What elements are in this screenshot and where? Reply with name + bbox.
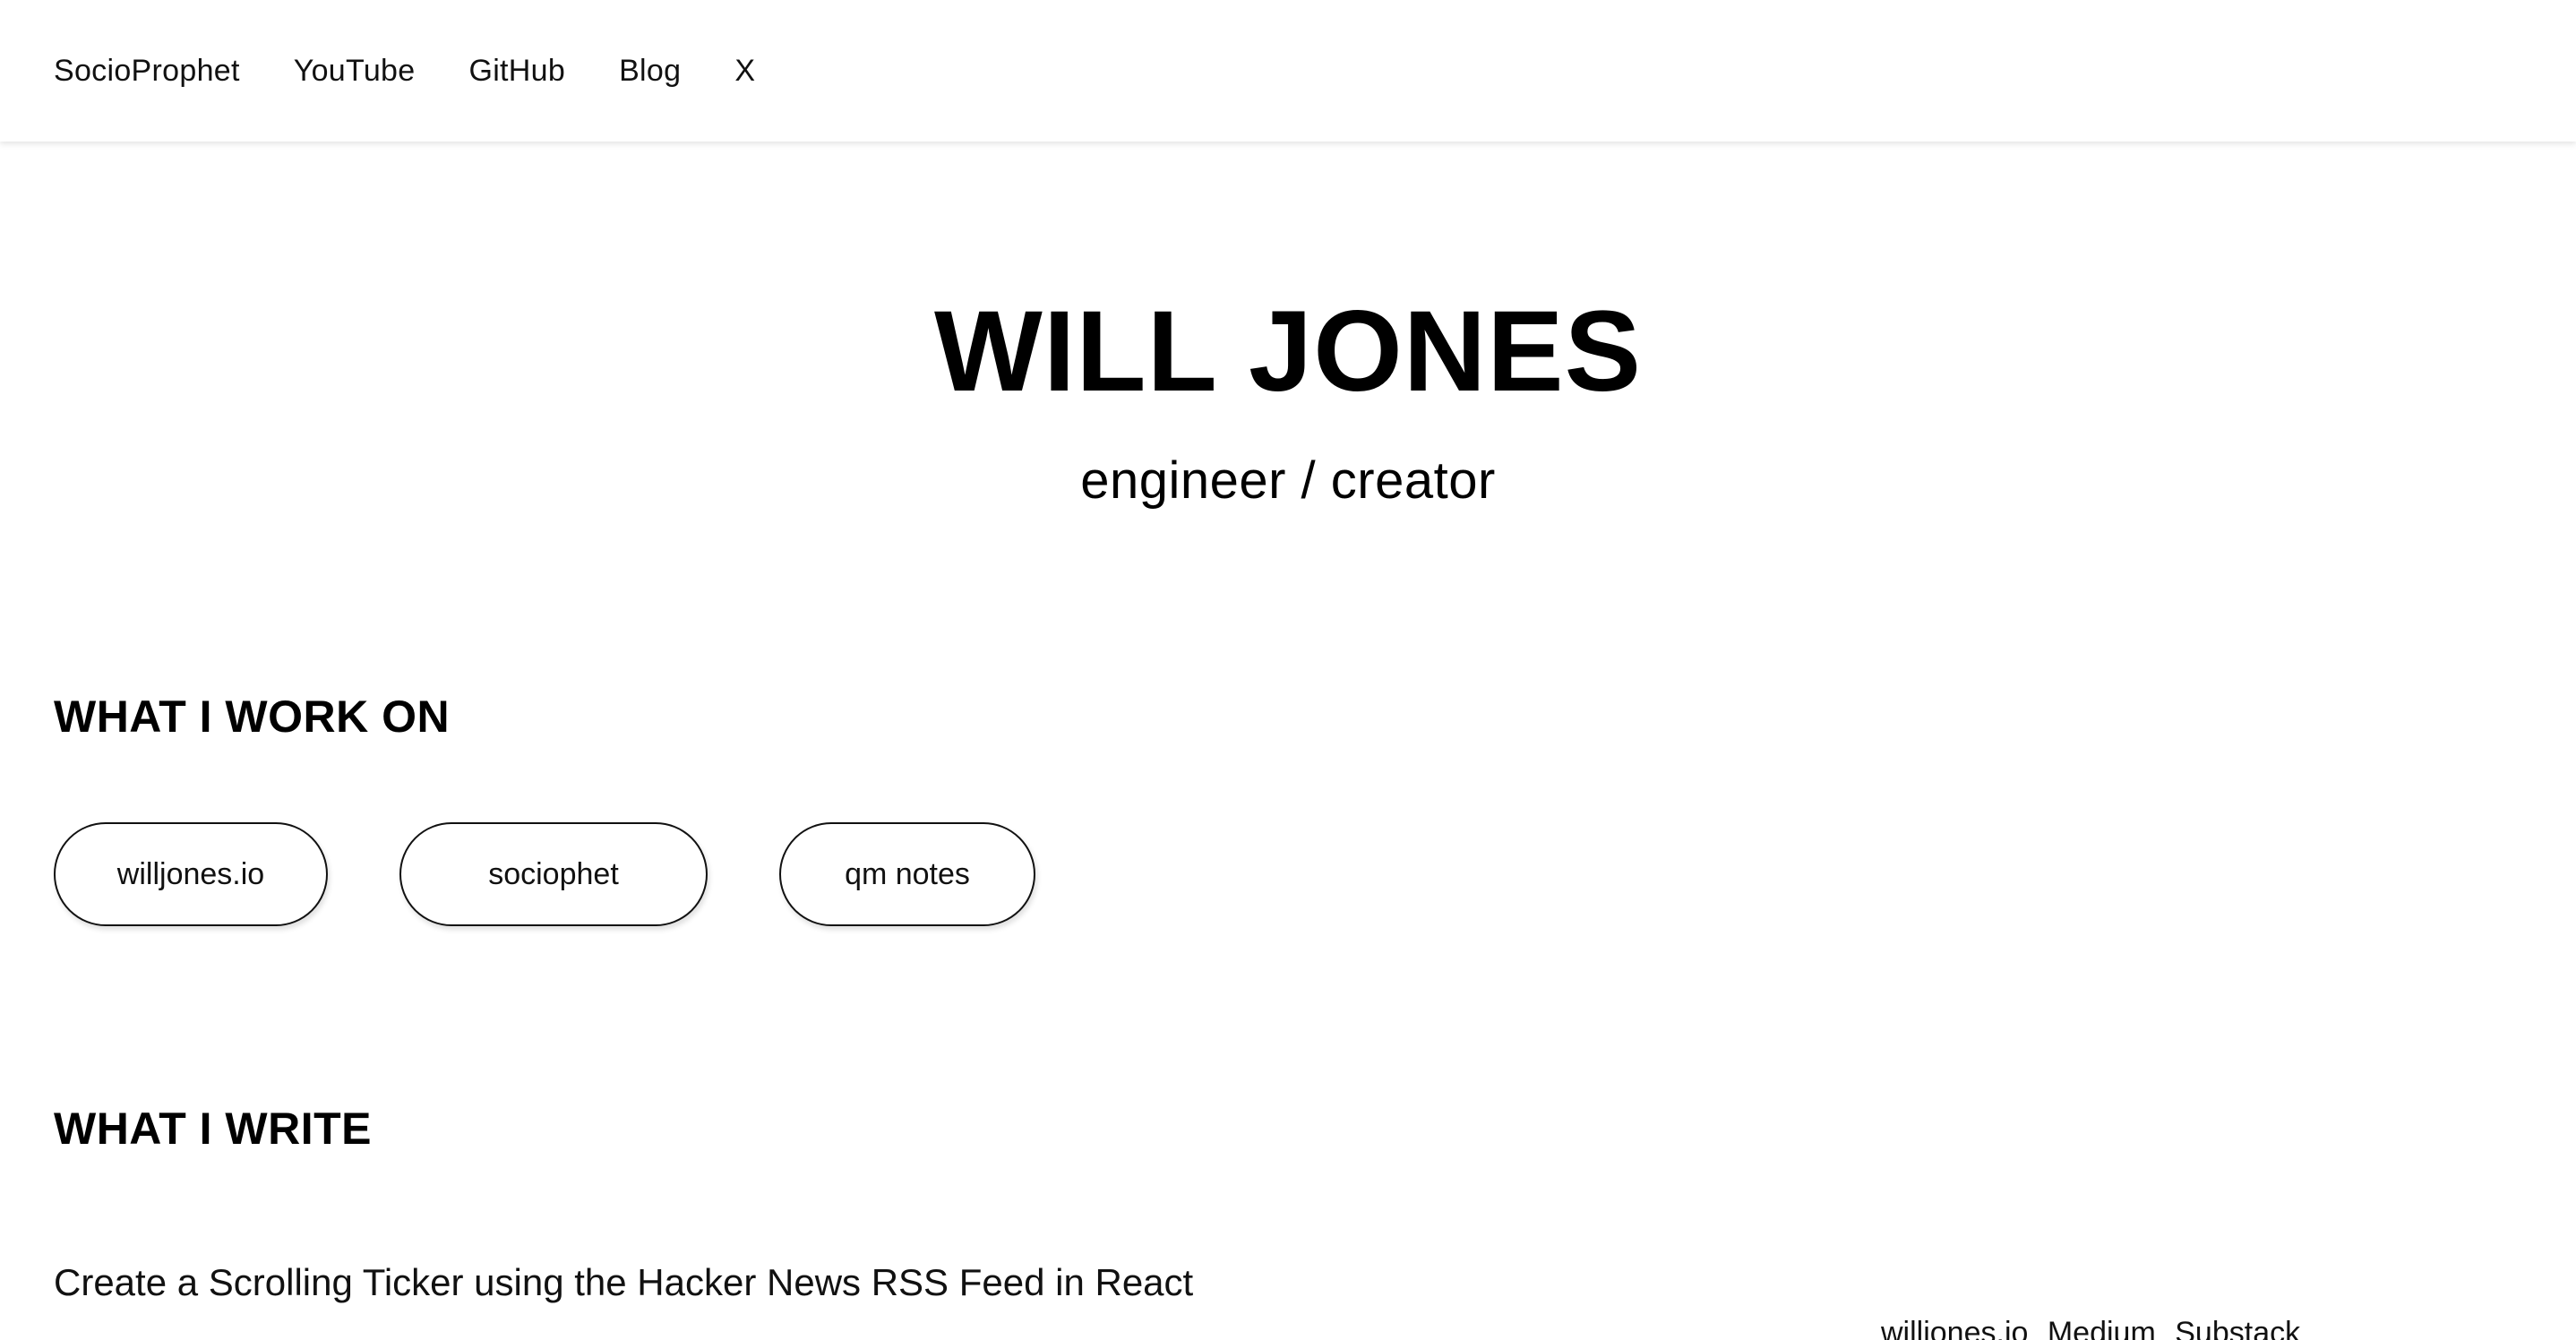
nav-link-x[interactable]: X (734, 54, 755, 89)
article-link-medium[interactable]: Medium (2048, 1316, 2156, 1340)
project-button-qm-notes[interactable]: qm notes (779, 822, 1035, 926)
article-link-willjones[interactable]: willjones.io (1881, 1316, 2028, 1340)
write-section-heading: WHAT I WRITE (54, 1104, 372, 1154)
work-section-heading: WHAT I WORK ON (54, 691, 451, 742)
article-link-substack[interactable]: Substack (2175, 1316, 2300, 1340)
hero-subtitle: engineer / creator (1080, 451, 1496, 510)
article-links: willjones.io Medium Substack (1881, 1313, 2311, 1340)
nav-link-github[interactable]: GitHub (468, 54, 565, 89)
nav-link-youtube[interactable]: YouTube (294, 54, 416, 89)
top-nav: SocioProphet YouTube GitHub Blog X (0, 0, 2576, 142)
hero-name: WILL JONES (934, 288, 1642, 416)
nav-link-sociophet[interactable]: SocioProphet (54, 54, 240, 89)
page: SocioProphet YouTube GitHub Blog X WILL … (0, 0, 2576, 1340)
article-title[interactable]: Create a Scrolling Ticker using the Hack… (54, 1256, 1193, 1310)
project-button-willjones[interactable]: willjones.io (54, 822, 328, 926)
nav-link-blog[interactable]: Blog (619, 54, 681, 89)
project-button-sociophet[interactable]: sociophet (399, 822, 708, 926)
